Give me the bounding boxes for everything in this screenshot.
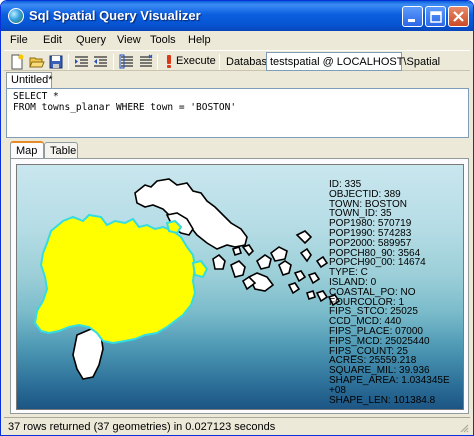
town-polygon bbox=[315, 290, 329, 303]
open-folder-icon[interactable] bbox=[29, 54, 45, 70]
toolbar-separator bbox=[157, 54, 158, 70]
menu-edit[interactable]: Edit bbox=[43, 34, 62, 46]
outdent-icon[interactable] bbox=[93, 54, 109, 70]
tab-map[interactable]: Map bbox=[10, 141, 44, 159]
menu-file[interactable]: File bbox=[10, 34, 28, 46]
tab-map-label: Map bbox=[16, 145, 38, 157]
globe-icon bbox=[8, 8, 24, 24]
menu-help[interactable]: Help bbox=[188, 34, 211, 46]
query-editor[interactable]: SELECT * FROM towns_planar WHERE town = … bbox=[6, 88, 469, 138]
town-polygon bbox=[295, 230, 313, 245]
comment-icon[interactable] bbox=[119, 54, 135, 70]
tab-table-label: Table bbox=[50, 145, 77, 157]
town-polygon bbox=[269, 246, 288, 262]
database-value: testspatial @ LOCALHOST\Spatial bbox=[270, 56, 441, 68]
maximize-button[interactable] bbox=[425, 6, 446, 27]
save-icon[interactable] bbox=[48, 54, 64, 70]
map-panel: ID: 335 OBJECTID: 389 TOWN: BOSTON TOWN_ID:… bbox=[10, 158, 469, 414]
town-polygon bbox=[231, 245, 243, 257]
town-polygon bbox=[278, 260, 292, 276]
indent-icon[interactable] bbox=[74, 54, 90, 70]
window-title: Sql Spatial Query Visualizer bbox=[29, 8, 201, 23]
town-polygon bbox=[307, 272, 321, 285]
execute-label: Execute bbox=[176, 55, 216, 67]
close-button[interactable] bbox=[448, 6, 469, 27]
exclamation-icon bbox=[167, 55, 171, 68]
new-file-icon[interactable] bbox=[9, 54, 25, 70]
query-line: SELECT * bbox=[13, 91, 59, 102]
tab-table[interactable]: Table bbox=[44, 142, 78, 158]
toolbar: Execute Database: testspatial @ LOCALHOS… bbox=[4, 50, 470, 71]
document-tab-label: Untitled* bbox=[11, 74, 53, 86]
resize-grip-icon[interactable] bbox=[459, 423, 469, 433]
town-polygon bbox=[255, 254, 272, 270]
toolbar-separator bbox=[113, 54, 114, 70]
town-polygon bbox=[212, 253, 226, 270]
town-polygon bbox=[305, 289, 317, 301]
selected-town-polygon bbox=[191, 259, 209, 279]
selected-town-polygon bbox=[33, 213, 197, 345]
minimize-button[interactable] bbox=[402, 6, 423, 27]
town-polygon bbox=[287, 282, 301, 295]
database-select[interactable]: testspatial @ LOCALHOST\Spatial bbox=[266, 52, 440, 71]
info-line: SHAPE_AREA: 1.034345E bbox=[329, 375, 450, 386]
status-text: 37 rows returned (37 geometries) in 0.02… bbox=[8, 421, 276, 433]
status-bar: 37 rows returned (37 geometries) in 0.02… bbox=[4, 417, 470, 434]
close-icon bbox=[453, 11, 464, 22]
town-polygon bbox=[230, 260, 246, 278]
title-bar[interactable]: Sql Spatial Query Visualizer bbox=[1, 1, 473, 31]
town-polygon bbox=[315, 255, 329, 269]
map-canvas[interactable]: ID: 335 OBJECTID: 389 TOWN: BOSTON TOWN_ID:… bbox=[16, 164, 464, 410]
menu-query[interactable]: Query bbox=[76, 34, 106, 46]
uncomment-icon[interactable] bbox=[138, 54, 154, 70]
document-tab[interactable]: Untitled* bbox=[6, 72, 53, 88]
menu-view[interactable]: View bbox=[117, 34, 141, 46]
minimize-icon bbox=[408, 19, 415, 22]
maximize-icon bbox=[430, 11, 442, 23]
menu-tools[interactable]: Tools bbox=[150, 34, 176, 46]
town-polygon bbox=[299, 247, 312, 263]
query-line: FROM towns_planar WHERE town = 'BOSTON' bbox=[13, 102, 237, 113]
menu-bar: File Edit Query View Tools Help bbox=[4, 32, 470, 50]
town-polygon bbox=[293, 270, 307, 283]
toolbar-separator bbox=[219, 54, 220, 70]
info-line: SHAPE_LEN: 101384.8 bbox=[329, 394, 436, 406]
toolbar-separator bbox=[68, 54, 69, 70]
app-window: Sql Spatial Query Visualizer File Edit Q… bbox=[0, 0, 474, 436]
town-polygon bbox=[241, 244, 255, 257]
